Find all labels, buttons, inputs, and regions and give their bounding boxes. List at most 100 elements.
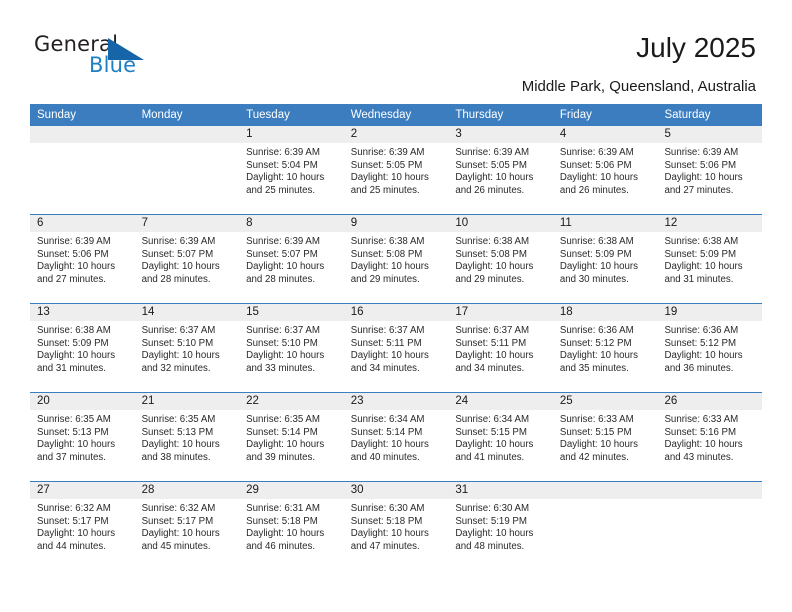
day-number: 15 (239, 304, 344, 321)
calendar-day-cell[interactable]: 21 Sunrise: 6:35 AM Sunset: 5:13 PM Dayligh… (134, 393, 240, 481)
calendar-day-cell[interactable]: 3 Sunrise: 6:39 AM Sunset: 5:05 PM Daylight… (448, 126, 553, 214)
calendar-week-row: 20 Sunrise: 6:35 AM Sunset: 5:13 PM Dayligh… (30, 393, 763, 482)
daylight-duration-line2: and 31 minutes. (37, 362, 106, 374)
sunset-time: Sunset: 5:05 PM (455, 159, 527, 171)
daylight-duration-line2: and 31 minutes. (664, 273, 734, 285)
day-number: 14 (134, 304, 240, 321)
day-number: 24 (448, 393, 553, 410)
daylight-duration-line2: and 34 minutes. (455, 362, 525, 374)
weekday-sunday: Sunday (37, 109, 77, 121)
daylight-duration-line2: and 26 minutes. (559, 184, 629, 196)
day-number (552, 482, 658, 499)
day-details: Sunrise: 6:34 AM Sunset: 5:14 PM Daylight:… (344, 410, 449, 464)
calendar-day-cell[interactable]: 31 Sunrise: 6:30 AM Sunset: 5:19 PM Dayligh… (448, 482, 553, 571)
weekday-thursday: Thursday (455, 109, 504, 121)
day-number: 7 (134, 215, 240, 232)
calendar-page: General Blue July 2025 Middle Park, Quee… (0, 0, 792, 612)
sunrise-time: Sunrise: 6:36 AM (559, 325, 634, 336)
calendar-day-cell[interactable]: 18 Sunrise: 6:36 AM Sunset: 5:12 PM Dayligh… (552, 304, 658, 392)
daylight-duration-line1: Daylight: 10 hours (350, 439, 429, 451)
day-details: Sunrise: 6:38 AM Sunset: 5:08 PM Daylight:… (448, 232, 553, 286)
weekday-tuesday: Tuesday (246, 109, 290, 121)
calendar-day-cell[interactable]: 9 Sunrise: 6:38 AM Sunset: 5:08 PM Daylight… (343, 215, 449, 303)
calendar-day-cell[interactable]: 29 Sunrise: 6:31 AM Sunset: 5:18 PM Dayligh… (239, 482, 344, 571)
sunset-time: Sunset: 5:15 PM (455, 426, 527, 438)
sunset-time: Sunset: 5:19 PM (455, 515, 527, 527)
calendar-day-cell[interactable]: 28 Sunrise: 6:32 AM Sunset: 5:17 PM Dayligh… (134, 482, 240, 571)
daylight-duration-line1: Daylight: 10 hours (455, 528, 534, 540)
day-number: 8 (239, 215, 344, 232)
calendar-day-cell[interactable]: 25 Sunrise: 6:33 AM Sunset: 5:15 PM Dayligh… (552, 393, 658, 481)
sunrise-time: Sunrise: 6:39 AM (246, 236, 320, 247)
daylight-duration-line1: Daylight: 10 hours (37, 439, 116, 451)
calendar-day-cell[interactable]: 7 Sunrise: 6:39 AM Sunset: 5:07 PM Daylight… (134, 215, 240, 303)
sunset-time: Sunset: 5:12 PM (664, 337, 737, 349)
calendar-day-cell[interactable]: 16 Sunrise: 6:37 AM Sunset: 5:11 PM Dayligh… (343, 304, 449, 392)
day-details: Sunrise: 6:31 AM Sunset: 5:18 PM Daylight:… (239, 499, 344, 553)
calendar-day-cell[interactable]: 1 Sunrise: 6:39 AM Sunset: 5:04 PM Daylight… (239, 126, 344, 214)
sunset-time: Sunset: 5:18 PM (246, 515, 318, 527)
sunset-time: Sunset: 5:18 PM (350, 515, 423, 527)
daylight-duration-line1: Daylight: 10 hours (559, 261, 638, 273)
weekday-monday: Monday (141, 109, 183, 121)
calendar-day-cell[interactable]: 10 Sunrise: 6:38 AM Sunset: 5:08 PM Dayligh… (448, 215, 553, 303)
calendar-day-cell[interactable]: 4 Sunrise: 6:39 AM Sunset: 5:06 PM Daylight… (552, 126, 658, 214)
calendar-day-cell-empty (30, 126, 135, 214)
calendar-day-cell[interactable]: 20 Sunrise: 6:35 AM Sunset: 5:13 PM Dayligh… (30, 393, 135, 481)
calendar-day-cell[interactable]: 12 Sunrise: 6:38 AM Sunset: 5:09 PM Dayligh… (657, 215, 763, 303)
daylight-duration-line1: Daylight: 10 hours (455, 172, 534, 184)
sunset-time: Sunset: 5:12 PM (559, 337, 632, 349)
sunrise-time: Sunrise: 6:38 AM (350, 236, 425, 247)
calendar-grid: Sunday Monday Tuesday Wednesday Thursday… (30, 104, 763, 571)
sunrise-time: Sunrise: 6:38 AM (664, 236, 739, 247)
daylight-duration-line2: and 26 minutes. (455, 184, 525, 196)
calendar-day-cell[interactable]: 30 Sunrise: 6:30 AM Sunset: 5:18 PM Dayligh… (343, 482, 449, 571)
day-number: 4 (552, 126, 658, 143)
day-details: Sunrise: 6:39 AM Sunset: 5:05 PM Daylight:… (448, 143, 553, 197)
calendar-day-cell[interactable]: 14 Sunrise: 6:37 AM Sunset: 5:10 PM Dayligh… (134, 304, 240, 392)
calendar-day-cell[interactable]: 6 Sunrise: 6:39 AM Sunset: 5:06 PM Daylight… (30, 215, 135, 303)
weekday-wednesday: Wednesday (350, 109, 412, 121)
calendar-day-cell[interactable]: 2 Sunrise: 6:39 AM Sunset: 5:05 PM Daylight… (343, 126, 449, 214)
daylight-duration-line1: Daylight: 10 hours (664, 439, 743, 451)
calendar-day-cell[interactable]: 13 Sunrise: 6:38 AM Sunset: 5:09 PM Dayligh… (30, 304, 135, 392)
daylight-duration-line1: Daylight: 10 hours (141, 261, 220, 273)
calendar-day-cell[interactable]: 19 Sunrise: 6:36 AM Sunset: 5:12 PM Dayligh… (657, 304, 763, 392)
daylight-duration-line1: Daylight: 10 hours (141, 528, 220, 540)
day-number: 25 (552, 393, 658, 410)
daylight-duration-line1: Daylight: 10 hours (350, 172, 429, 184)
daylight-duration-line1: Daylight: 10 hours (455, 439, 534, 451)
sunrise-time: Sunrise: 6:31 AM (246, 503, 320, 514)
calendar-day-cell[interactable]: 17 Sunrise: 6:37 AM Sunset: 5:11 PM Dayligh… (448, 304, 553, 392)
calendar-day-cell[interactable]: 22 Sunrise: 6:35 AM Sunset: 5:14 PM Dayligh… (239, 393, 344, 481)
sunset-time: Sunset: 5:05 PM (350, 159, 423, 171)
daylight-duration-line2: and 37 minutes. (37, 451, 106, 463)
calendar-day-cell[interactable]: 15 Sunrise: 6:37 AM Sunset: 5:10 PM Dayligh… (239, 304, 344, 392)
calendar-day-cell[interactable]: 24 Sunrise: 6:34 AM Sunset: 5:15 PM Dayligh… (448, 393, 553, 481)
sunrise-time: Sunrise: 6:39 AM (350, 147, 425, 158)
daylight-duration-line1: Daylight: 10 hours (350, 350, 429, 362)
daylight-duration-line2: and 28 minutes. (246, 273, 316, 285)
day-number: 29 (239, 482, 344, 499)
day-number: 9 (343, 215, 449, 232)
daylight-duration-line2: and 32 minutes. (141, 362, 211, 374)
page-header: General Blue July 2025 Middle Park, Quee… (0, 0, 792, 100)
day-number: 21 (134, 393, 240, 410)
daylight-duration-line1: Daylight: 10 hours (246, 172, 325, 184)
calendar-week-row: 6 Sunrise: 6:39 AM Sunset: 5:06 PM Daylight… (30, 215, 763, 304)
calendar-day-cell[interactable]: 23 Sunrise: 6:34 AM Sunset: 5:14 PM Dayligh… (343, 393, 449, 481)
calendar-day-cell[interactable]: 27 Sunrise: 6:32 AM Sunset: 5:17 PM Dayligh… (30, 482, 135, 571)
calendar-day-cell[interactable]: 11 Sunrise: 6:38 AM Sunset: 5:09 PM Dayligh… (552, 215, 658, 303)
calendar-day-cell[interactable]: 26 Sunrise: 6:33 AM Sunset: 5:16 PM Dayligh… (657, 393, 763, 481)
day-details: Sunrise: 6:37 AM Sunset: 5:11 PM Daylight:… (344, 321, 449, 375)
sunrise-time: Sunrise: 6:35 AM (141, 414, 216, 425)
sunrise-time: Sunrise: 6:35 AM (246, 414, 320, 425)
daylight-duration-line2: and 35 minutes. (559, 362, 629, 374)
calendar-day-cell[interactable]: 5 Sunrise: 6:39 AM Sunset: 5:06 PM Daylight… (657, 126, 763, 214)
day-details: Sunrise: 6:37 AM Sunset: 5:10 PM Daylight:… (239, 321, 344, 375)
day-number: 13 (30, 304, 135, 321)
general-blue-logo[interactable]: General Blue (34, 32, 164, 84)
sunrise-time: Sunrise: 6:34 AM (455, 414, 530, 425)
daylight-duration-line1: Daylight: 10 hours (559, 439, 638, 451)
calendar-day-cell[interactable]: 8 Sunrise: 6:39 AM Sunset: 5:07 PM Daylight… (239, 215, 344, 303)
